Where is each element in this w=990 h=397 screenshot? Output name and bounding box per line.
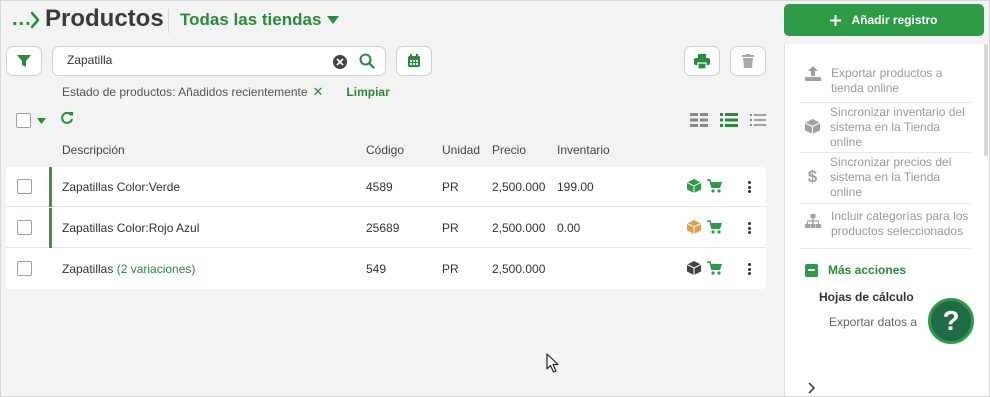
table-row[interactable]: Zapatillas Color:Verde 4589 PR 2,500.000… — [6, 167, 766, 207]
row-inventory: 0.00 — [557, 221, 581, 235]
row-more-icon[interactable] — [744, 220, 754, 236]
add-record-button[interactable]: Añadir registro — [784, 4, 984, 36]
panel-item-label: Exportar productos a tienda online — [831, 66, 943, 95]
row-accent — [49, 167, 52, 207]
panel-item-sync-prices[interactable]: $ Sincronizar precios del sistema en la … — [785, 155, 971, 200]
mouse-cursor-icon — [546, 353, 559, 373]
row-unit: PR — [442, 262, 459, 276]
row-unit: PR — [442, 180, 459, 194]
row-price: 2,500.000 — [492, 262, 546, 276]
inventory-box-icon[interactable] — [687, 179, 701, 193]
search-input[interactable] — [67, 53, 317, 67]
store-selector-label: Todas las tiendas — [180, 10, 322, 29]
breadcrumb-chevron-icon — [30, 11, 40, 29]
active-filter: Estado de productos: Añadidos recienteme… — [62, 84, 390, 100]
actions-panel: Exportar productos a tienda online Sincr… — [784, 44, 990, 397]
panel-item-label: Sincronizar inventario del sistema en la… — [830, 105, 965, 149]
column-header-inventory[interactable]: Inventario — [557, 143, 610, 157]
list-view-icon[interactable] — [720, 113, 738, 127]
cart-icon[interactable] — [707, 261, 722, 275]
printer-icon — [694, 53, 710, 69]
row-code: 25689 — [366, 221, 400, 235]
store-selector[interactable]: Todas las tiendas — [180, 10, 340, 30]
row-description-text: Zapatillas Color:Rojo Azul — [62, 221, 200, 235]
breadcrumb-ellipsis[interactable]: ... — [12, 8, 32, 31]
row-checkbox[interactable] — [17, 179, 32, 194]
row-checkbox[interactable] — [17, 220, 32, 235]
upload-icon — [805, 66, 821, 81]
row-description[interactable]: Zapatillas Color:Rojo Azul — [62, 221, 199, 235]
add-record-label: Añadir registro — [851, 13, 938, 27]
row-price: 2,500.000 — [492, 221, 546, 235]
table-row[interactable]: Zapatillas Color:Rojo Azul 25689 PR 2,50… — [6, 208, 766, 248]
spreadsheets-heading: Hojas de cálculo — [819, 290, 914, 304]
export-data-item[interactable]: Exportar datos a — [829, 315, 917, 329]
row-code: 549 — [366, 262, 387, 276]
products-table: Zapatillas Color:Verde 4589 PR 2,500.000… — [6, 167, 766, 289]
row-more-icon[interactable] — [744, 261, 754, 277]
cart-icon[interactable] — [707, 220, 722, 234]
inventory-box-icon[interactable] — [687, 220, 701, 234]
panel-scrollbar[interactable] — [984, 44, 988, 156]
refresh-icon[interactable] — [60, 111, 74, 125]
row-description-text: Zapatillas Color:Verde — [62, 180, 181, 194]
search-icon[interactable] — [359, 53, 375, 69]
help-button[interactable]: ? — [928, 298, 974, 344]
caret-down-icon — [327, 16, 340, 24]
active-filter-text: Estado de productos: Añadidos recienteme… — [62, 85, 308, 99]
sitemap-icon — [805, 214, 821, 228]
column-header-code[interactable]: Código — [366, 143, 404, 157]
panel-divider — [801, 203, 971, 204]
print-button[interactable] — [684, 46, 720, 76]
panel-item-include-categories[interactable]: Incluir categorías para los productos se… — [785, 209, 971, 239]
title-divider — [168, 9, 169, 33]
caret-down-icon[interactable] — [37, 118, 46, 124]
panel-divider — [801, 248, 971, 249]
row-variations-link[interactable]: (2 variaciones) — [117, 262, 196, 276]
dollar-icon: $ — [807, 167, 818, 186]
panel-divider — [801, 102, 971, 103]
date-filter-button[interactable] — [396, 46, 432, 76]
compact-list-view-icon[interactable] — [750, 113, 766, 127]
calendar-icon — [408, 54, 420, 67]
table-row[interactable]: Zapatillas (2 variaciones) 549 PR 2,500.… — [6, 249, 766, 289]
cart-icon[interactable] — [707, 179, 722, 193]
clear-filters-link[interactable]: Limpiar — [346, 85, 389, 99]
row-checkbox[interactable] — [17, 261, 32, 276]
column-header-description[interactable]: Descripción — [62, 143, 125, 157]
clear-search-icon[interactable] — [333, 55, 347, 69]
column-header-price[interactable]: Precio — [492, 143, 526, 157]
row-description[interactable]: Zapatillas Color:Verde — [62, 180, 180, 194]
row-description-text: Zapatillas — [62, 262, 114, 276]
row-price: 2,500.000 — [492, 180, 546, 194]
remove-filter-icon[interactable]: ✕ — [313, 84, 324, 100]
delete-button[interactable] — [730, 46, 766, 76]
filter-button[interactable] — [6, 46, 42, 76]
panel-item-label: Incluir categorías para los productos se… — [831, 209, 969, 238]
more-actions-toggle[interactable]: Más acciones — [805, 263, 906, 277]
filter-icon — [17, 54, 31, 67]
search-field[interactable] — [52, 46, 386, 76]
panel-divider — [801, 152, 971, 153]
row-accent — [49, 208, 52, 248]
more-actions-label: Más acciones — [828, 263, 907, 277]
row-more-icon[interactable] — [744, 179, 754, 195]
trash-icon — [742, 54, 754, 68]
row-description[interactable]: Zapatillas (2 variaciones) — [62, 262, 195, 276]
row-inventory: 199.00 — [557, 180, 594, 194]
box-icon — [805, 119, 820, 134]
grid-view-icon[interactable] — [690, 113, 708, 127]
page-title: Productos — [45, 5, 164, 32]
panel-item-label: Sincronizar precios del sistema en la Ti… — [830, 155, 952, 199]
select-all-checkbox[interactable] — [16, 113, 31, 128]
panel-item-export-products[interactable]: Exportar productos a tienda online — [785, 66, 971, 96]
inventory-box-icon[interactable] — [687, 261, 701, 275]
row-unit: PR — [442, 221, 459, 235]
plus-icon — [830, 14, 842, 26]
chevron-right-icon[interactable] — [808, 382, 816, 394]
column-header-unit[interactable]: Unidad — [442, 143, 480, 157]
collapse-icon — [805, 263, 818, 277]
row-code: 4589 — [366, 180, 393, 194]
panel-item-sync-inventory[interactable]: Sincronizar inventario del sistema en la… — [785, 105, 971, 150]
